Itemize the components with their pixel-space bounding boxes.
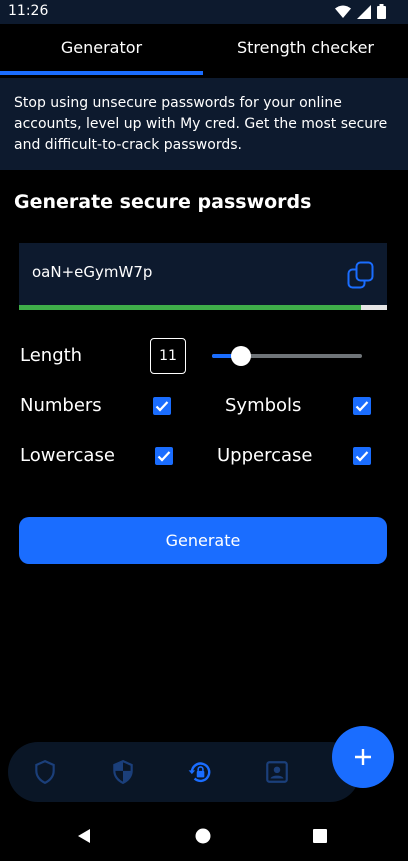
add-fab-button[interactable]	[332, 726, 394, 788]
bottom-nav	[8, 742, 360, 802]
checkmark-icon	[355, 401, 369, 412]
signal-icon	[357, 4, 371, 19]
status-time: 11:26	[8, 3, 49, 19]
tab-strength-checker[interactable]: Strength checker	[203, 24, 408, 72]
lowercase-label: Lowercase	[20, 445, 115, 466]
banner-text: Stop using unsecure passwords for your o…	[14, 95, 388, 153]
copy-icon[interactable]	[347, 261, 375, 289]
uppercase-label: Uppercase	[217, 445, 313, 466]
length-label: Length	[20, 345, 83, 366]
lock-reset-icon[interactable]	[187, 759, 213, 785]
account-box-icon[interactable]	[264, 759, 290, 785]
strength-meter	[19, 305, 387, 310]
home-icon[interactable]	[195, 828, 211, 844]
back-icon[interactable]	[76, 828, 92, 844]
tab-generator[interactable]: Generator	[0, 24, 203, 72]
status-bar: 11:26	[0, 0, 408, 24]
strength-meter-fill	[19, 305, 362, 310]
tab-bar: Generator Strength checker	[0, 24, 408, 76]
system-nav-bar	[0, 812, 408, 861]
recents-icon[interactable]	[312, 828, 328, 844]
slider-thumb[interactable]	[230, 346, 251, 366]
status-icons	[335, 4, 386, 19]
numbers-checkbox[interactable]	[153, 397, 171, 415]
wifi-icon	[335, 5, 351, 18]
checkmark-icon	[155, 401, 169, 412]
plus-icon	[355, 749, 371, 765]
checkmark-icon	[355, 451, 369, 462]
password-display[interactable]: oaN+eGymW7p	[19, 243, 387, 305]
shield-outline-icon[interactable]	[32, 759, 58, 785]
symbols-label: Symbols	[225, 395, 302, 416]
numbers-label: Numbers	[20, 395, 102, 416]
info-banner: Stop using unsecure passwords for your o…	[0, 78, 408, 170]
shield-half-icon[interactable]	[110, 759, 136, 785]
section-title: Generate secure passwords	[14, 191, 312, 213]
active-tab-indicator	[0, 71, 203, 75]
battery-icon	[377, 4, 386, 19]
length-value: 11	[150, 338, 186, 374]
uppercase-checkbox[interactable]	[353, 447, 371, 465]
password-text[interactable]: oaN+eGymW7p	[32, 263, 152, 281]
checkmark-icon	[157, 451, 171, 462]
generate-button[interactable]: Generate	[19, 517, 387, 564]
length-slider[interactable]	[212, 344, 362, 368]
symbols-checkbox[interactable]	[353, 397, 371, 415]
lowercase-checkbox[interactable]	[155, 447, 173, 465]
